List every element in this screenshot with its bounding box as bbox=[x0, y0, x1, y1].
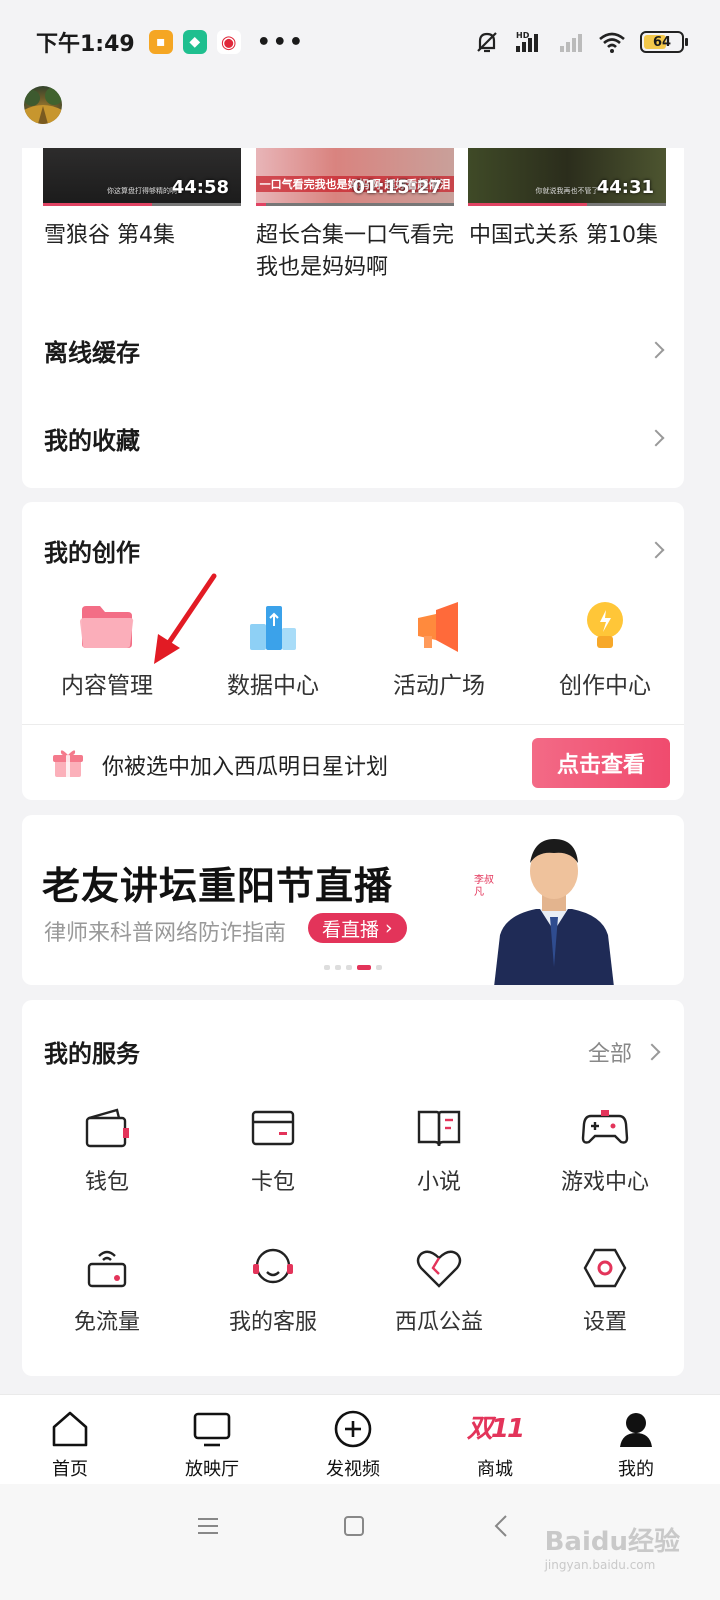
video-title[interactable]: 超长合集一口气看完我也是妈妈啊 bbox=[256, 220, 456, 284]
home-icon bbox=[50, 1409, 90, 1449]
wallet-icon bbox=[83, 1106, 131, 1150]
megaphone-icon bbox=[410, 600, 468, 654]
headset-icon bbox=[249, 1246, 297, 1290]
weibo-icon: ◉ bbox=[216, 30, 241, 54]
my-creation-card: 我的创作 内容管理 数据中心 活动广场 创作中心 你被选中加入西瓜明日星计划 点… bbox=[22, 502, 684, 800]
nav-profile[interactable]: 我的 bbox=[586, 1409, 686, 1481]
star-plan-promo: 你被选中加入西瓜明日星计划 点击查看 bbox=[22, 725, 684, 800]
video-title[interactable]: 雪狼谷 第4集 bbox=[44, 220, 244, 252]
watch-live-tag[interactable]: 看直播 › bbox=[308, 913, 407, 943]
speaker-name-tag: 李叔凡 bbox=[474, 875, 494, 898]
signal-icon: HD bbox=[516, 31, 538, 52]
favorites-row[interactable]: 我的收藏 bbox=[44, 418, 665, 458]
status-bar: 下午1:49 ▪ ◆ ◉ ••• HD 64 bbox=[0, 0, 720, 84]
avatar[interactable] bbox=[24, 86, 62, 124]
novel-button[interactable]: 小说 bbox=[364, 1106, 514, 1196]
section-title: 我的创作 bbox=[44, 538, 140, 567]
video-thumbnail[interactable]: 你就说我再也不管了 44:31 bbox=[468, 148, 666, 206]
all-services-link[interactable]: 全部 bbox=[588, 1036, 661, 1068]
more-notifications-icon: ••• bbox=[256, 29, 305, 55]
customer-service-button[interactable]: 我的客服 bbox=[198, 1246, 348, 1336]
settings-icon bbox=[581, 1246, 629, 1290]
folder-icon bbox=[78, 600, 136, 654]
video-thumbnail[interactable]: 你这算盘打得够精的啊 44:58 bbox=[43, 148, 241, 206]
video-thumbnail[interactable]: 一口气看完我也是妈妈啊 超好看超催泪 01:15:27 bbox=[256, 148, 454, 206]
status-time: 下午1:49 bbox=[36, 32, 135, 57]
free-data-icon bbox=[83, 1246, 131, 1290]
offline-cache-row[interactable]: 离线缓存 bbox=[44, 330, 665, 370]
nav-theater[interactable]: 放映厅 bbox=[162, 1409, 262, 1481]
nav-post-video[interactable]: 发视频 bbox=[303, 1409, 403, 1481]
chevron-right-icon bbox=[647, 341, 665, 359]
video-duration: 01:15:27 bbox=[352, 177, 442, 198]
home-square-icon[interactable] bbox=[342, 1514, 366, 1538]
profile-icon bbox=[616, 1409, 656, 1449]
video-title[interactable]: 中国式关系 第10集 bbox=[469, 220, 669, 252]
video-progress bbox=[468, 203, 587, 206]
video-progress bbox=[43, 203, 152, 206]
back-icon[interactable] bbox=[490, 1514, 514, 1538]
speaker-photo bbox=[494, 839, 614, 985]
video-duration: 44:31 bbox=[596, 177, 654, 198]
bottom-navigation: 首页 放映厅 发视频 双11 商城 我的 bbox=[0, 1394, 720, 1484]
card-wallet-button[interactable]: 卡包 bbox=[198, 1106, 348, 1196]
heart-icon bbox=[415, 1246, 463, 1290]
chevron-right-icon bbox=[647, 541, 665, 559]
charity-button[interactable]: 西瓜公益 bbox=[364, 1246, 514, 1336]
battery-indicator: 64 bbox=[640, 31, 688, 53]
my-services-card: 我的服务 全部 钱包 卡包 小说 游戏中心 免流量 我的客服 西瓜公益 设置 bbox=[22, 1000, 684, 1376]
system-navigation-bar: Baidu经验 jingyan.baidu.com bbox=[0, 1484, 720, 1600]
gamepad-icon bbox=[581, 1106, 629, 1150]
data-chart-icon bbox=[244, 600, 302, 654]
carousel-indicator bbox=[324, 965, 382, 970]
section-title: 我的服务 bbox=[44, 1040, 140, 1068]
add-video-icon bbox=[333, 1409, 373, 1449]
chevron-right-icon bbox=[647, 429, 665, 447]
my-creation-header[interactable]: 我的创作 bbox=[44, 530, 665, 570]
book-icon bbox=[415, 1106, 463, 1150]
nav-home[interactable]: 首页 bbox=[20, 1409, 120, 1481]
banner-title: 老友讲坛重阳节直播 bbox=[42, 864, 394, 908]
menu-icon[interactable] bbox=[196, 1514, 220, 1538]
creator-center-button[interactable]: 创作中心 bbox=[530, 600, 680, 700]
card-icon bbox=[249, 1106, 297, 1150]
mall-double11-icon: 双11 bbox=[466, 1414, 525, 1444]
mute-bell-icon bbox=[477, 32, 497, 53]
baidu-watermark: Baidu经验 jingyan.baidu.com bbox=[544, 1527, 680, 1572]
signal-weak-icon bbox=[560, 34, 582, 52]
svg-text:HD: HD bbox=[516, 31, 530, 40]
live-banner[interactable]: 老友讲坛重阳节直播 律师来科普网络防诈指南 看直播 › 李叔凡 bbox=[22, 815, 684, 985]
banner-subtitle: 律师来科普网络防诈指南 bbox=[44, 921, 287, 946]
chevron-right-icon bbox=[643, 1043, 661, 1061]
activity-square-button[interactable]: 活动广场 bbox=[364, 600, 514, 700]
video-duration: 44:58 bbox=[171, 177, 229, 198]
shield-app-icon: ◆ bbox=[182, 30, 207, 54]
video-progress bbox=[256, 203, 266, 206]
nav-mall[interactable]: 双11 商城 bbox=[445, 1409, 545, 1481]
wifi-icon bbox=[599, 32, 625, 53]
wallet-button[interactable]: 钱包 bbox=[32, 1106, 182, 1196]
view-promo-button[interactable]: 点击查看 bbox=[532, 738, 670, 788]
free-data-button[interactable]: 免流量 bbox=[32, 1246, 182, 1336]
watch-history-card: 你这算盘打得够精的啊 44:58 一口气看完我也是妈妈啊 超好看超催泪 01:1… bbox=[22, 148, 684, 488]
gift-icon bbox=[53, 750, 83, 777]
lightbulb-icon bbox=[576, 600, 634, 654]
offline-cache-label: 离线缓存 bbox=[44, 338, 140, 367]
favorites-label: 我的收藏 bbox=[44, 426, 140, 455]
settings-button[interactable]: 设置 bbox=[530, 1246, 680, 1336]
tv-icon bbox=[192, 1409, 232, 1449]
promo-text: 你被选中加入西瓜明日星计划 bbox=[102, 755, 389, 780]
annotation-arrow bbox=[154, 573, 217, 664]
game-center-button[interactable]: 游戏中心 bbox=[530, 1106, 680, 1196]
message-icon: ▪ bbox=[148, 30, 173, 54]
